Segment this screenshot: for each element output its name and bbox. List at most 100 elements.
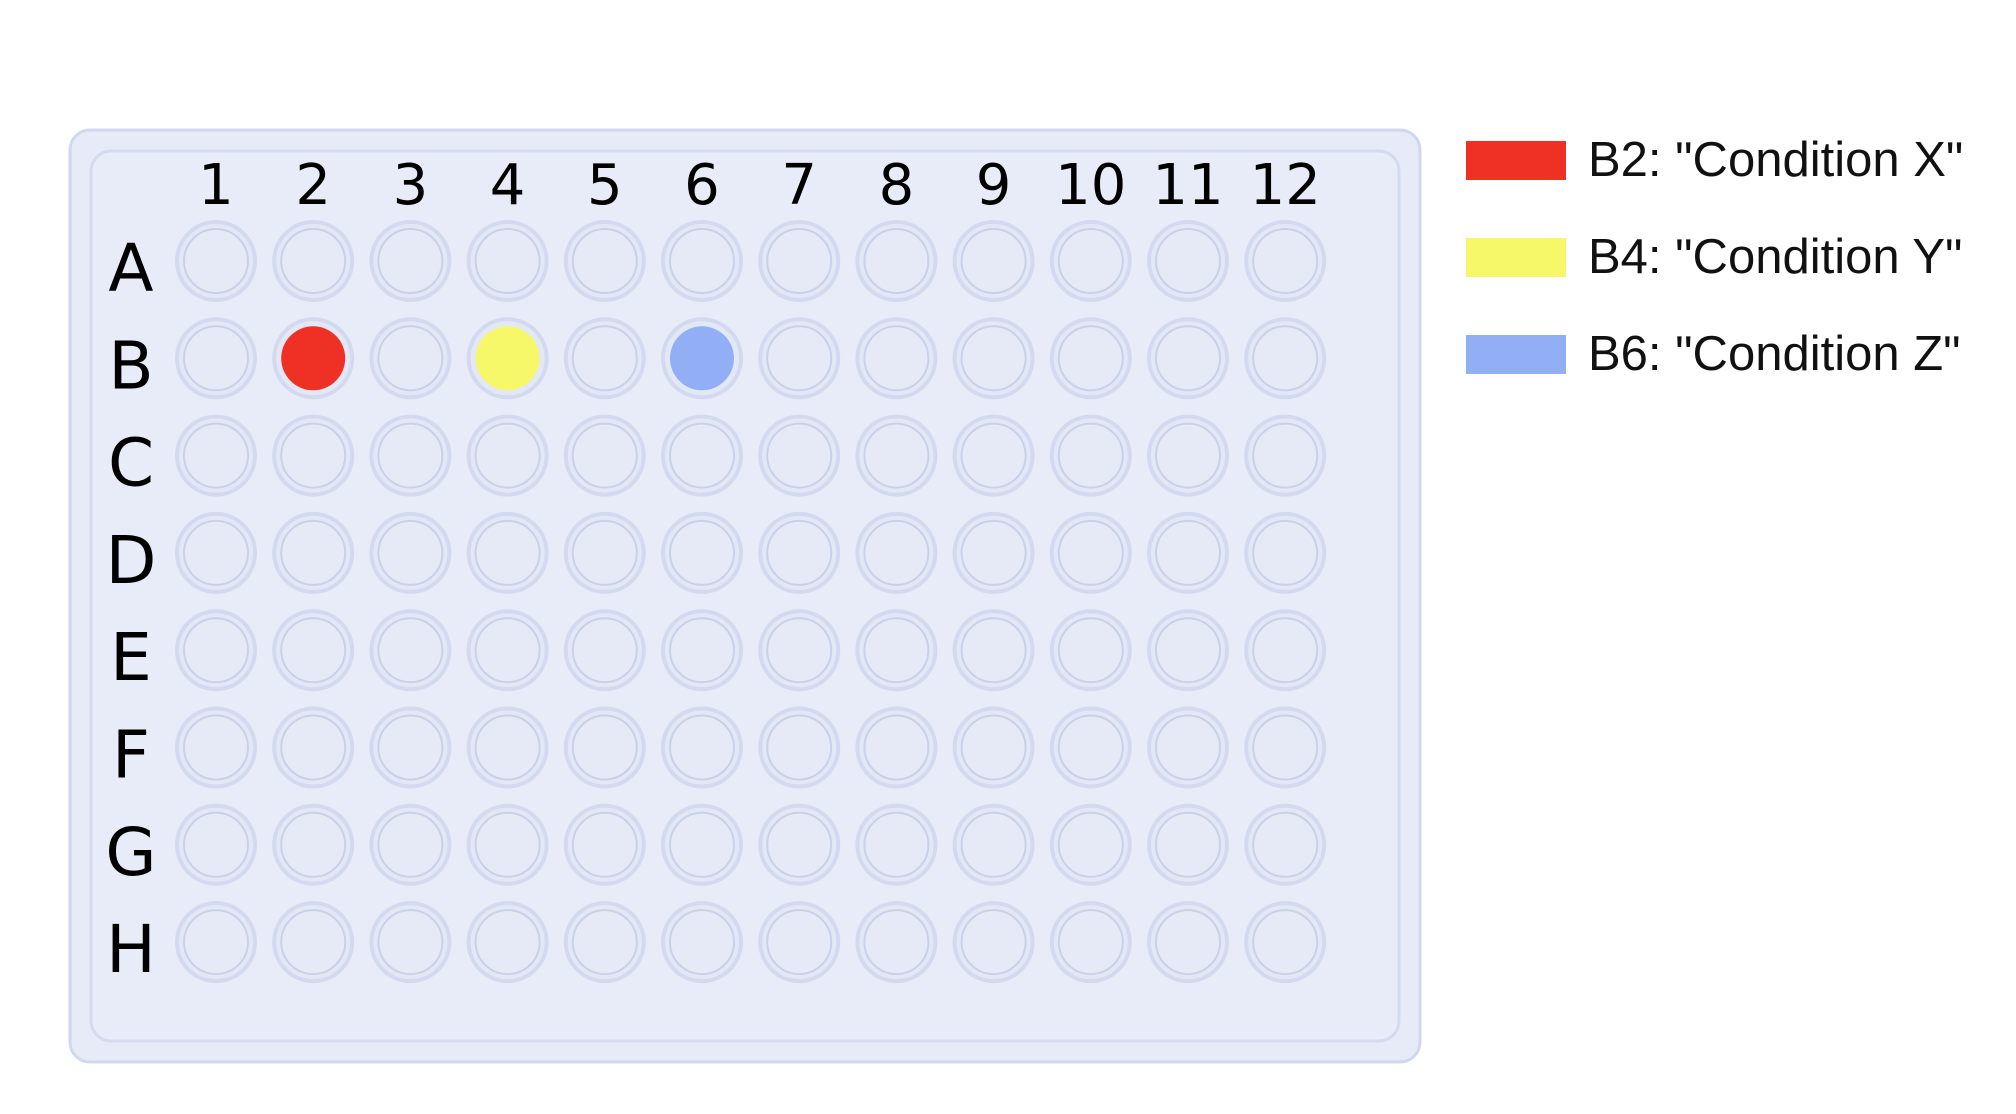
well-bottom — [571, 519, 638, 586]
well-bottom — [1057, 422, 1124, 489]
row-label-A: A — [108, 230, 153, 307]
well-bottom — [183, 519, 249, 586]
well-G10 — [1049, 803, 1132, 886]
well-bottom — [1057, 909, 1124, 976]
well-F5 — [563, 706, 646, 789]
column-label-8: 8 — [879, 153, 915, 218]
column-label-10: 10 — [1055, 153, 1126, 218]
well-bottom — [1155, 714, 1221, 781]
well-C1 — [175, 414, 257, 497]
well-C5 — [563, 414, 646, 497]
well-D3 — [369, 511, 452, 594]
well-bottom — [669, 714, 735, 781]
well-D5 — [563, 511, 646, 594]
well-bottom — [960, 519, 1027, 586]
well-bottom — [669, 228, 735, 294]
well-bottom — [571, 325, 638, 392]
well-bottom — [1252, 811, 1319, 878]
well-H6 — [661, 901, 743, 984]
well-A8 — [855, 220, 938, 302]
row-label-G: G — [105, 814, 156, 891]
well-G5 — [563, 803, 646, 886]
well-bottom — [377, 325, 444, 392]
well-bottom — [766, 325, 833, 392]
well-D12 — [1244, 511, 1327, 594]
well-bottom — [1252, 519, 1319, 586]
well-C10 — [1049, 414, 1132, 497]
well-bottom — [766, 519, 833, 586]
well-E3 — [369, 609, 452, 692]
well-G3 — [369, 803, 452, 886]
well-E11 — [1147, 609, 1229, 692]
well-bottom — [1057, 714, 1124, 781]
well-H2 — [272, 901, 355, 984]
well-C4 — [466, 414, 549, 497]
well-bottom — [1252, 422, 1319, 489]
well-F8 — [855, 706, 938, 789]
well-A7 — [758, 220, 841, 302]
well-B6 — [661, 317, 743, 400]
well-C11 — [1147, 414, 1229, 497]
well-A6 — [661, 220, 743, 302]
well-fill-B4 — [475, 326, 540, 391]
well-G9 — [952, 803, 1035, 886]
well-E2 — [272, 609, 355, 692]
well-bottom — [1155, 422, 1221, 489]
well-bottom — [377, 909, 444, 976]
well-G6 — [661, 803, 743, 886]
well-A5 — [563, 220, 646, 302]
well-A12 — [1244, 220, 1327, 302]
well-E7 — [758, 609, 841, 692]
well-E6 — [661, 609, 743, 692]
well-E9 — [952, 609, 1035, 692]
well-bottom — [183, 909, 249, 976]
well-bottom — [863, 811, 930, 878]
well-bottom — [1057, 228, 1124, 294]
well-bottom — [1057, 519, 1124, 586]
column-label-6: 6 — [684, 153, 720, 218]
well-D1 — [175, 511, 257, 594]
well-H3 — [369, 901, 452, 984]
well-C12 — [1244, 414, 1327, 497]
well-bottom — [183, 228, 249, 294]
well-H8 — [855, 901, 938, 984]
well-D6 — [661, 511, 743, 594]
well-bottom — [280, 714, 347, 781]
well-bottom — [1252, 617, 1319, 684]
well-bottom — [280, 617, 347, 684]
well-C3 — [369, 414, 452, 497]
legend: B2: "Condition X" B4: "Condition Y" B6: … — [1466, 132, 1964, 427]
legend-label: B6: "Condition Z" — [1588, 326, 1961, 381]
well-C9 — [952, 414, 1035, 497]
well-bottom — [571, 714, 638, 781]
legend-item-condition-z: B6: "Condition Z" — [1466, 326, 1963, 381]
well-bottom — [766, 422, 833, 489]
well-B9 — [952, 317, 1035, 400]
well-G8 — [855, 803, 938, 886]
well-bottom — [377, 422, 444, 489]
well-F6 — [661, 706, 743, 789]
well-E10 — [1049, 609, 1132, 692]
well-bottom — [571, 811, 638, 878]
well-bottom — [863, 617, 930, 684]
column-label-7: 7 — [781, 153, 817, 218]
well-bottom — [280, 519, 347, 586]
well-bottom — [474, 617, 541, 684]
well-fill-B6 — [670, 326, 734, 391]
well-bottom — [1252, 909, 1319, 976]
well-bottom — [1155, 325, 1221, 392]
well-G7 — [758, 803, 841, 886]
legend-label: B2: "Condition X" — [1588, 132, 1964, 187]
well-A2 — [272, 220, 355, 302]
well-H4 — [466, 901, 549, 984]
well-B4 — [466, 317, 549, 400]
well-bottom — [669, 909, 735, 976]
well-F4 — [466, 706, 549, 789]
well-bottom — [1252, 325, 1319, 392]
well-bottom — [669, 422, 735, 489]
well-bottom — [571, 228, 638, 294]
well-H1 — [175, 901, 257, 984]
row-label-D: D — [106, 522, 157, 599]
well-bottom — [280, 422, 347, 489]
well-F3 — [369, 706, 452, 789]
